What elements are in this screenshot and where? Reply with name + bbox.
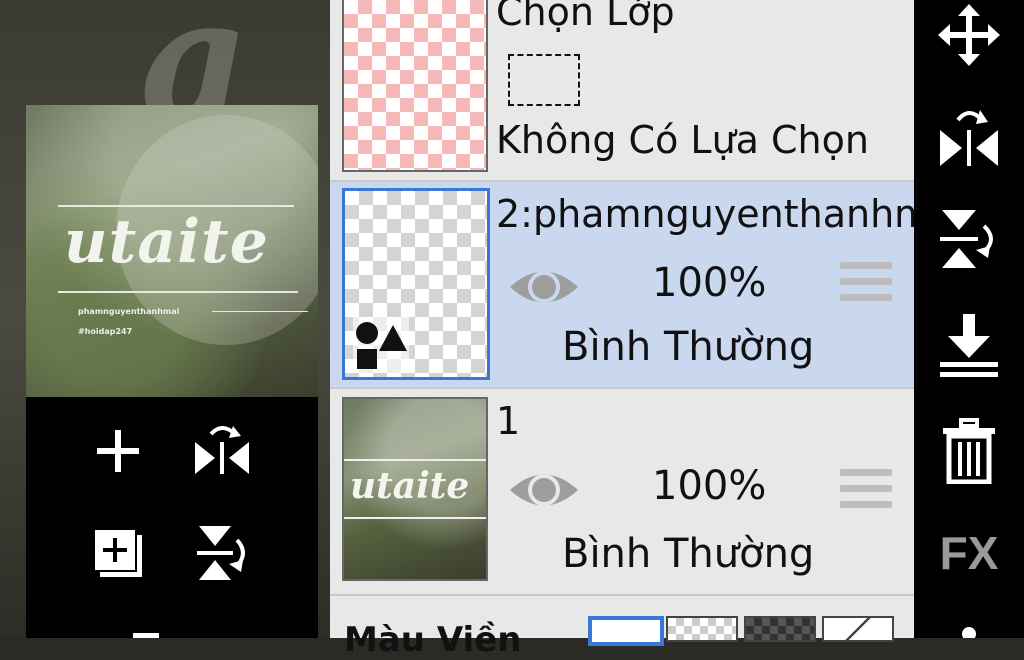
- plus-icon: [97, 430, 139, 472]
- duplicate-layer-icon: [93, 528, 142, 577]
- preview-line-bottom: [58, 291, 298, 293]
- layer-1-thumbnail: utaite: [342, 397, 488, 581]
- selection-status: Không Có Lựa Chọn: [496, 118, 869, 162]
- layer-1-blend-mode[interactable]: Bình Thường: [562, 531, 814, 577]
- border-swatch-none[interactable]: [822, 616, 894, 642]
- right-toolbar: FX: [914, 0, 1024, 638]
- preview-tag: #hoidap247: [78, 327, 133, 336]
- more-icon: [962, 627, 976, 638]
- border-color-strip: Màu Viền: [330, 596, 914, 660]
- more-options-button[interactable]: [929, 618, 1009, 638]
- selection-dashed-icon: [508, 54, 580, 106]
- canvas-preview[interactable]: utaite phamnguyenthanhmai #hoidap247: [26, 105, 318, 397]
- layer-1-thumb-text: utaite: [350, 465, 470, 507]
- thumb-line-top: [344, 459, 486, 461]
- layer-tools-panel: [26, 397, 318, 638]
- flip-horizontal-rotate-button[interactable]: [192, 419, 252, 479]
- flip-vertical-rotate-icon: [197, 526, 245, 580]
- more-tools-button[interactable]: [116, 619, 176, 638]
- thumb-line-bottom: [344, 517, 486, 519]
- merge-down-button[interactable]: [929, 310, 1009, 380]
- selection-layer-title: Chọn Lớp: [496, 0, 675, 34]
- flip-horizontal-icon: [940, 110, 998, 166]
- flip-vertical-rotate-button[interactable]: [192, 523, 252, 583]
- visibility-eye-icon[interactable]: [508, 264, 580, 310]
- delete-layer-button[interactable]: [929, 416, 1009, 486]
- layer-2-opacity[interactable]: 100%: [652, 260, 766, 306]
- preview-art-title: utaite: [64, 207, 269, 277]
- flip-vertical-button[interactable]: [929, 204, 1009, 274]
- layer-effects-button[interactable]: FX: [929, 518, 1009, 588]
- selection-layer-thumbnail: [342, 0, 488, 172]
- layer-2-thumbnail: [342, 188, 490, 380]
- selection-layer-row[interactable]: Chọn Lớp Không Có Lựa Chọn: [330, 0, 914, 182]
- merge-down-icon: [940, 314, 998, 377]
- layer-1-name: 1: [496, 399, 521, 443]
- partial-tool-icon: [133, 633, 159, 638]
- preview-credit: phamnguyenthanhmai: [78, 307, 180, 316]
- vector-layer-shapes-icon: [353, 317, 409, 373]
- layer-row-1[interactable]: utaite 1 100% Bình Thường: [330, 389, 914, 596]
- border-swatch-white[interactable]: [588, 616, 664, 646]
- move-layer-button[interactable]: [929, 0, 1009, 70]
- layer-2-blend-mode[interactable]: Bình Thường: [562, 324, 814, 370]
- border-swatch-dark-check[interactable]: [744, 616, 816, 642]
- drag-handle-icon[interactable]: [840, 469, 892, 517]
- border-color-label: Màu Viền: [344, 620, 522, 660]
- add-layer-button[interactable]: [88, 421, 148, 481]
- visibility-eye-icon[interactable]: [508, 467, 580, 513]
- move-icon: [938, 4, 1000, 66]
- layers-list: Chọn Lớp Không Có Lựa Chọn 2:phamnguyent…: [330, 0, 965, 660]
- layer-row-2[interactable]: 2:phamnguyenthanhmai 100% Bình Thường: [330, 182, 965, 389]
- border-swatch-light-check[interactable]: [666, 616, 738, 642]
- fx-icon: FX: [939, 527, 999, 579]
- flip-vertical-icon: [940, 210, 993, 268]
- preview-line-small: [212, 311, 308, 312]
- drag-handle-icon[interactable]: [840, 262, 892, 310]
- duplicate-layer-button[interactable]: [88, 523, 148, 583]
- flip-horizontal-button[interactable]: [929, 100, 1009, 170]
- layer-2-name: 2:phamnguyenthanhmai: [496, 192, 966, 236]
- trash-icon: [943, 418, 995, 484]
- flip-horizontal-rotate-icon: [195, 426, 249, 474]
- layer-1-opacity[interactable]: 100%: [652, 463, 766, 509]
